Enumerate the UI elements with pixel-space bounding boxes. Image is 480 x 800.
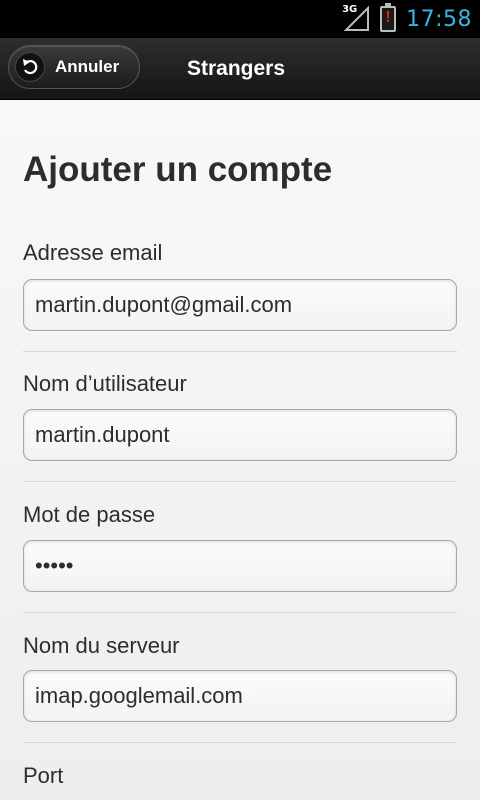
server-label: Nom du serveur — [23, 633, 180, 658]
status-indicators: 3G ! 17:58 — [342, 0, 472, 38]
status-clock: 17:58 — [406, 6, 472, 32]
port-label: Port — [23, 763, 64, 788]
email-label: Adresse email — [23, 240, 163, 265]
password-field[interactable] — [23, 540, 457, 592]
action-bar: Annuler Strangers — [0, 38, 480, 100]
page-title: Ajouter un compte — [23, 150, 333, 189]
server-field[interactable] — [23, 670, 457, 722]
back-arrow-icon — [15, 52, 45, 82]
username-field[interactable] — [23, 409, 457, 461]
signal-icon: 3G — [342, 4, 370, 32]
username-label: Nom d’utilisateur — [23, 371, 187, 396]
cancel-label: Annuler — [55, 57, 120, 76]
divider — [23, 612, 457, 613]
email-field[interactable] — [23, 279, 457, 331]
battery-alert-icon: ! — [380, 3, 397, 32]
app-title: Strangers — [187, 57, 286, 80]
divider — [23, 481, 457, 482]
cancel-button[interactable]: Annuler — [8, 45, 140, 89]
network-type: 3G — [342, 4, 358, 15]
divider — [23, 742, 457, 743]
password-label: Mot de passe — [23, 502, 156, 527]
add-account-form: Ajouter un compte Adresse email Nom d’ut… — [0, 100, 480, 800]
divider — [23, 351, 457, 352]
status-bar: 3G ! 17:58 — [0, 0, 480, 38]
